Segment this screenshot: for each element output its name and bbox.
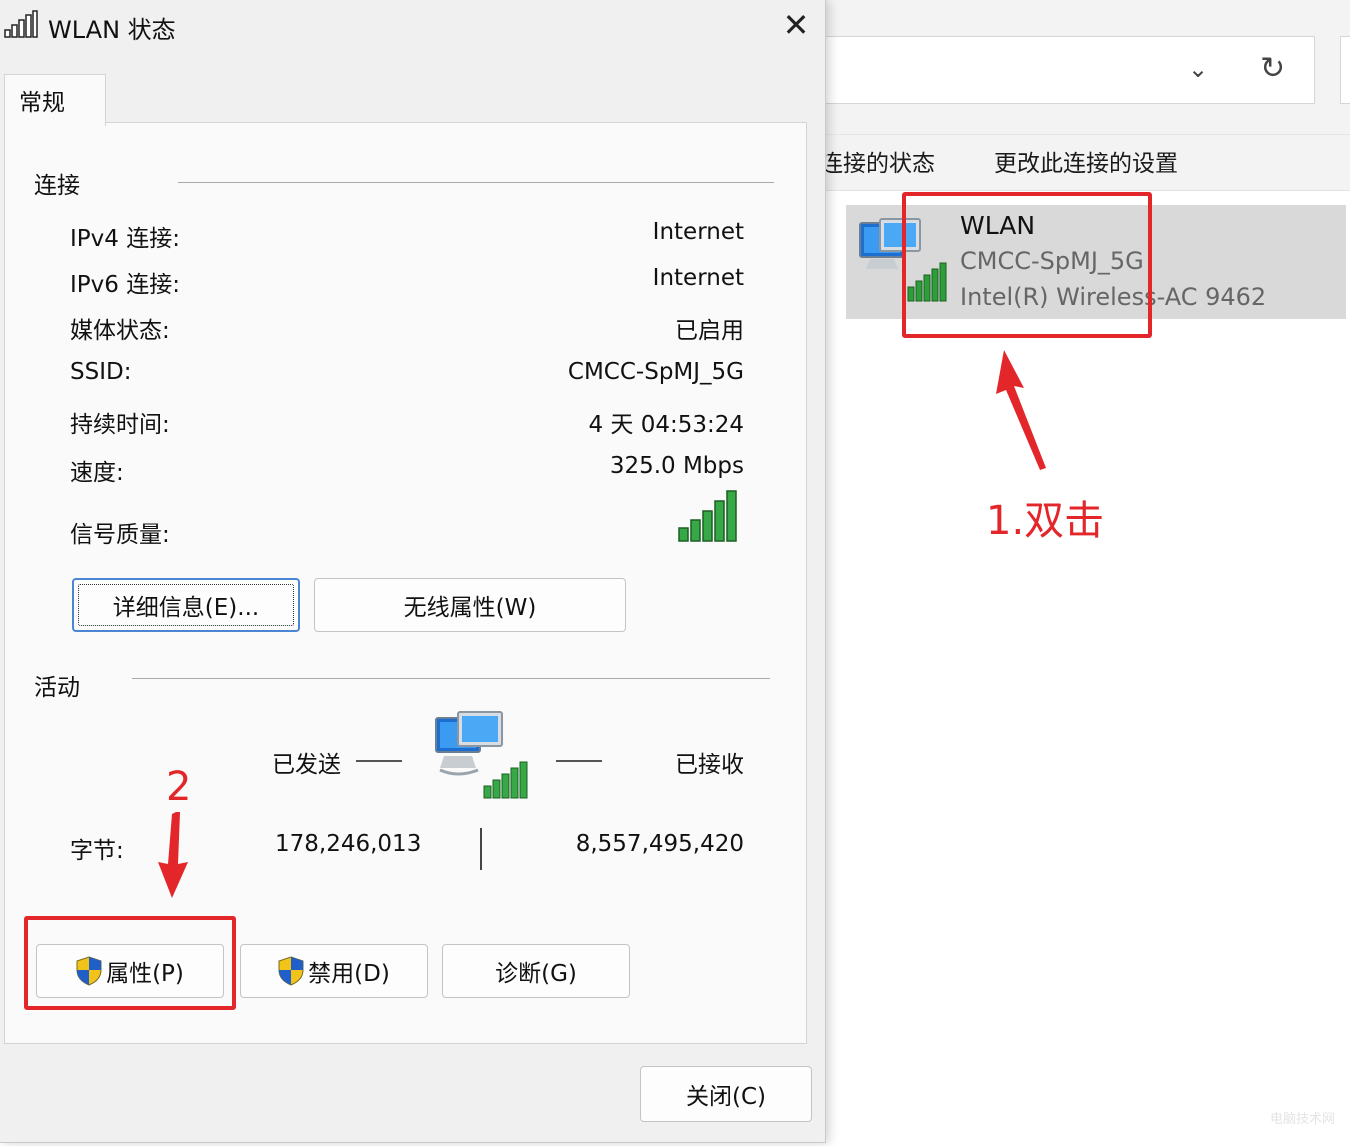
- signal-quality-label: 信号质量:: [70, 522, 170, 548]
- step2-arrow-icon: [158, 812, 188, 898]
- wireless-properties-label: 无线属性(W): [403, 595, 537, 621]
- connection-group-label: 连接: [34, 173, 80, 199]
- tab-general-label: 常规: [19, 90, 65, 116]
- step2-annotation: 2: [166, 764, 192, 810]
- search-box-edge[interactable]: [1340, 36, 1350, 104]
- details-button[interactable]: 详细信息(E)...: [72, 578, 300, 632]
- wlan-status-dialog: WLAN 状态 ✕ 常规 连接 IPv4 连接: Internet IPv6 连…: [0, 0, 826, 1143]
- ipv6-value: Internet: [652, 265, 744, 291]
- close-icon[interactable]: ✕: [772, 2, 820, 48]
- bytes-sent-value: 178,246,013: [275, 831, 422, 857]
- details-button-label: 详细信息(E)...: [112, 595, 260, 621]
- explorer-header: ⌄ ↻: [826, 0, 1350, 135]
- step1-annotation: 1.双击: [986, 498, 1105, 544]
- command-bar: 连接的状态 更改此连接的设置: [820, 135, 1350, 191]
- activity-group-label: 活动: [34, 675, 80, 701]
- diagnose-button[interactable]: 诊断(G): [442, 944, 630, 998]
- step2-highlight-box: [24, 916, 236, 1010]
- uac-shield-icon: [278, 956, 304, 986]
- signal-strength-icon: [4, 10, 38, 38]
- media-state-label: 媒体状态:: [70, 318, 170, 344]
- duration-label: 持续时间:: [70, 412, 170, 438]
- view-status-command[interactable]: 连接的状态: [820, 144, 935, 178]
- activity-group-divider: [132, 678, 770, 679]
- bytes-received-value: 8,557,495,420: [575, 831, 744, 857]
- sent-dash: [356, 760, 402, 762]
- ipv6-label: IPv6 连接:: [70, 272, 180, 298]
- watermark: 电脑技术网: [1270, 1112, 1336, 1127]
- wireless-properties-button[interactable]: 无线属性(W): [314, 578, 626, 632]
- disable-button[interactable]: 禁用(D): [240, 944, 428, 998]
- bytes-separator: [480, 828, 482, 870]
- diagnose-button-label: 诊断(G): [495, 961, 577, 987]
- ipv4-value: Internet: [652, 219, 744, 245]
- chevron-down-icon[interactable]: ⌄: [1188, 55, 1208, 83]
- media-state-value: 已启用: [675, 318, 744, 344]
- speed-value: 325.0 Mbps: [609, 453, 744, 479]
- address-bar[interactable]: ⌄ ↻: [826, 36, 1315, 104]
- title-bar: WLAN 状态 ✕: [0, 0, 826, 56]
- bytes-label: 字节:: [70, 838, 124, 864]
- signal-quality-icon: [678, 490, 737, 542]
- ipv4-label: IPv4 连接:: [70, 226, 180, 252]
- received-dash: [556, 760, 602, 762]
- connection-group-divider: [178, 182, 774, 183]
- ssid-value: CMCC-SpMJ_5G: [567, 359, 744, 385]
- network-activity-icon: [435, 711, 528, 799]
- close-button-label: 关闭(C): [685, 1084, 766, 1110]
- sent-label: 已发送: [272, 752, 341, 778]
- tab-general[interactable]: 常规: [4, 74, 106, 126]
- speed-label: 速度:: [70, 460, 124, 486]
- refresh-icon[interactable]: ↻: [1260, 51, 1285, 86]
- duration-value: 4 天 04:53:24: [588, 412, 744, 438]
- step1-arrow-icon: [996, 350, 1046, 470]
- change-settings-command[interactable]: 更改此连接的设置: [994, 144, 1178, 178]
- network-connections-window: ⌄ ↻ 连接的状态 更改此连接的设置 WLAN CMCC-SpMJ_5G Int…: [820, 0, 1350, 1146]
- disable-button-label: 禁用(D): [308, 961, 390, 987]
- dialog-title: WLAN 状态: [48, 16, 176, 44]
- step1-highlight-box: [902, 192, 1152, 338]
- ssid-label: SSID:: [70, 359, 132, 385]
- received-label: 已接收: [675, 752, 744, 778]
- close-button[interactable]: 关闭(C): [640, 1066, 812, 1122]
